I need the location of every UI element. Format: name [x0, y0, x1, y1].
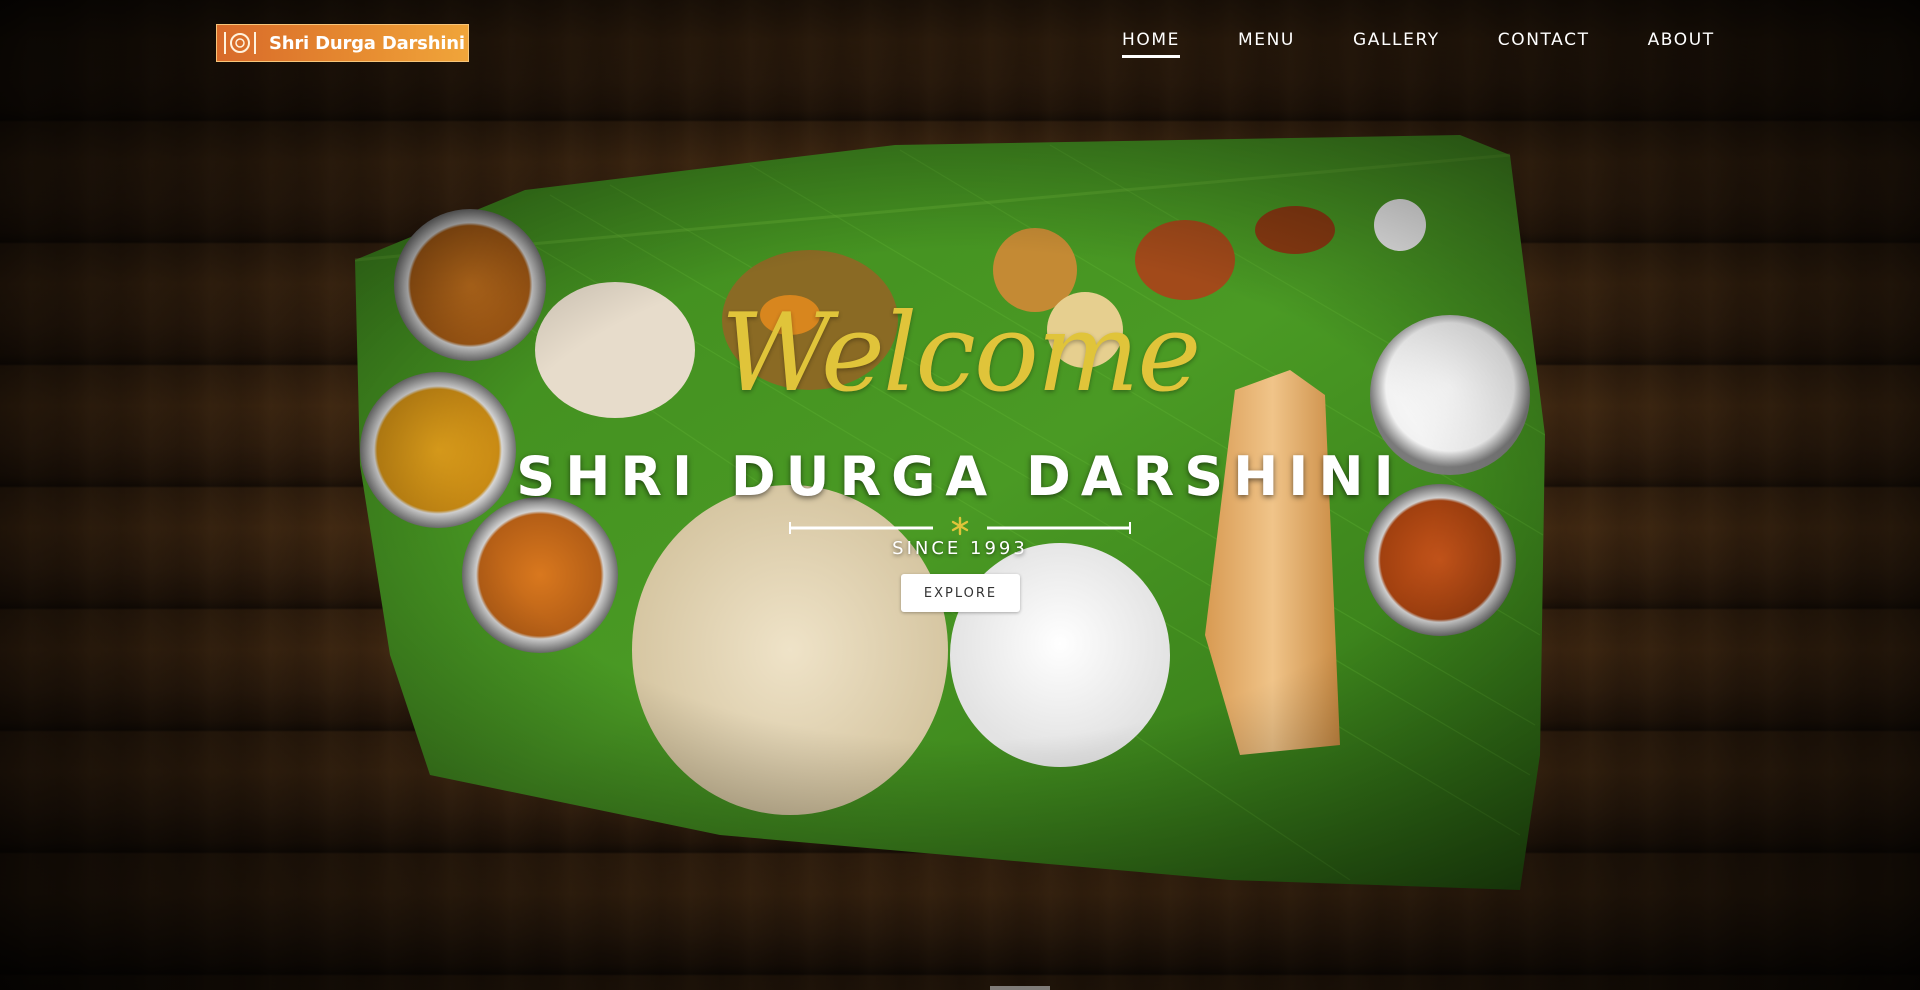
nav-menu[interactable]: MENU: [1238, 30, 1295, 58]
explore-button[interactable]: EXPLORE: [901, 574, 1020, 612]
since-tagline: SINCE 1993: [892, 538, 1028, 559]
logo[interactable]: Shri Durga Darshini: [216, 24, 469, 62]
food-photo: [354, 135, 1545, 890]
site-header: Shri Durga Darshini HOME MENU GALLERY CO…: [0, 0, 1920, 90]
scroll-indicator: [990, 986, 1050, 990]
ornament-divider: [789, 516, 1131, 536]
nav-gallery[interactable]: GALLERY: [1353, 30, 1440, 58]
hero-section: Shri Durga Darshini HOME MENU GALLERY CO…: [0, 0, 1920, 990]
nav-home[interactable]: HOME: [1122, 30, 1180, 58]
restaurant-title: SHRI DURGA DARSHINI: [516, 445, 1404, 508]
main-nav: HOME MENU GALLERY CONTACT ABOUT: [1122, 30, 1715, 58]
nav-about[interactable]: ABOUT: [1648, 30, 1715, 58]
nav-contact[interactable]: CONTACT: [1498, 30, 1590, 58]
asterisk-icon: [951, 516, 969, 536]
plate-fork-knife-icon: [220, 28, 260, 58]
logo-text: Shri Durga Darshini: [269, 32, 465, 54]
welcome-script: Welcome: [720, 291, 1202, 416]
